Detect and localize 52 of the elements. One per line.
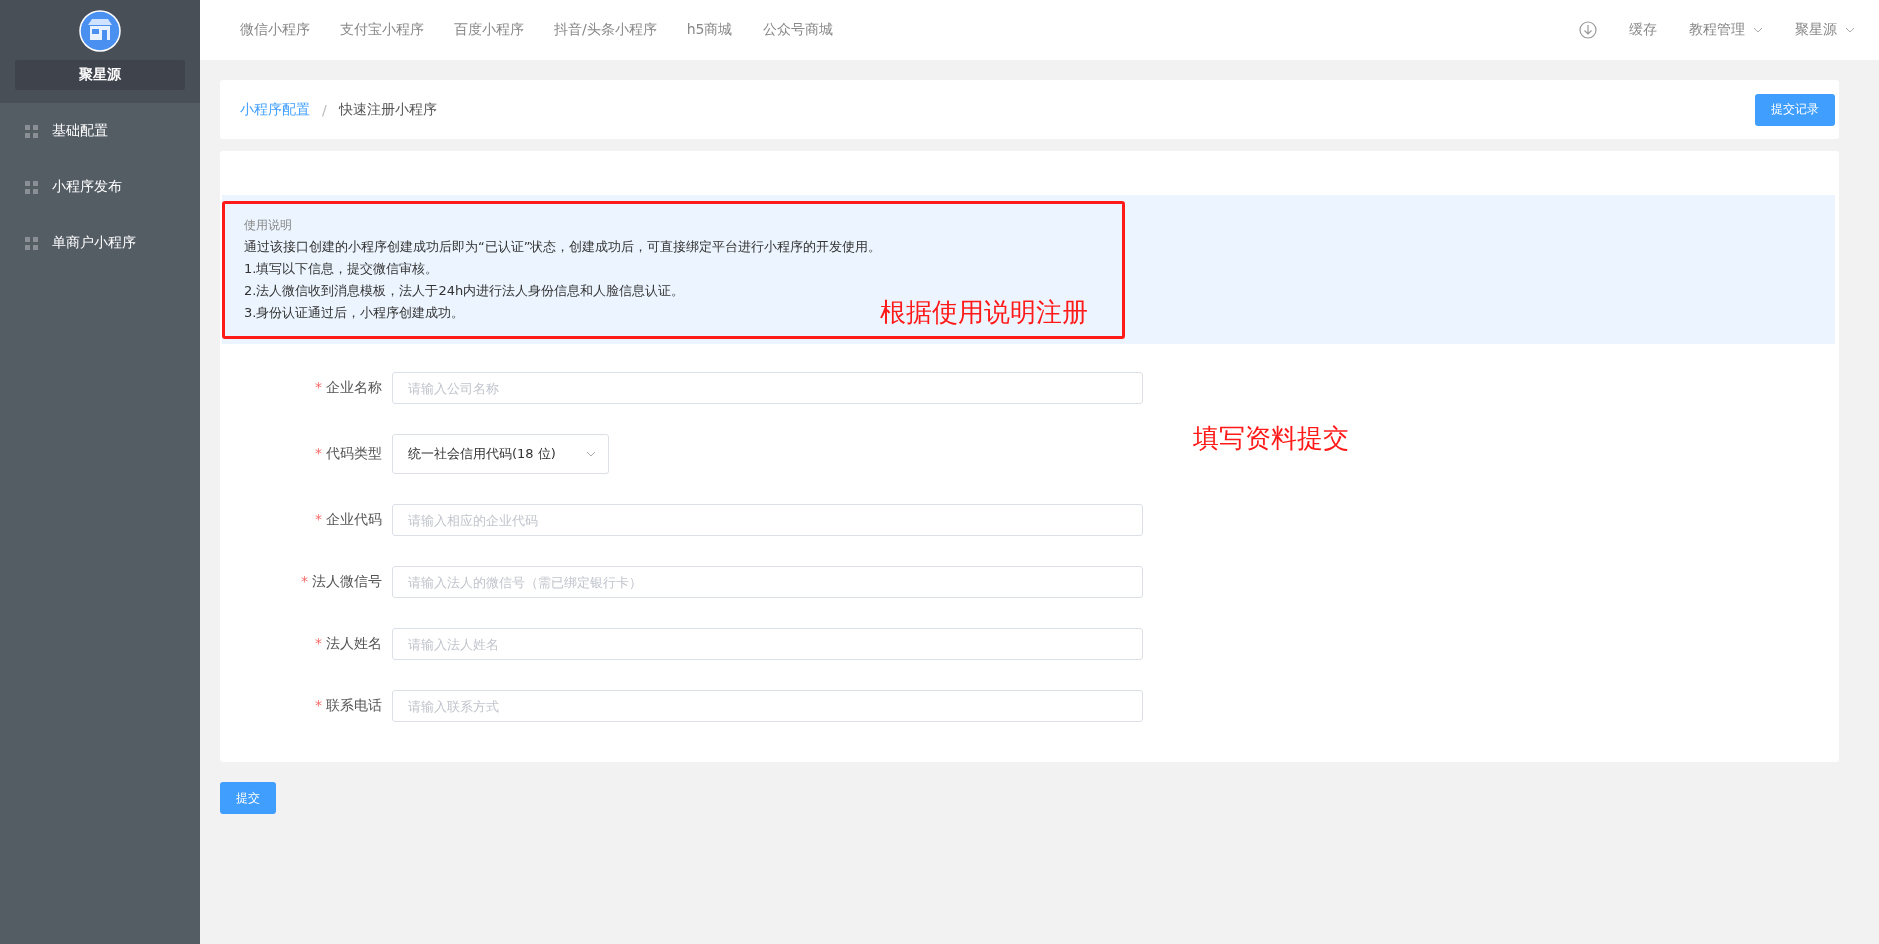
- breadcrumb-separator: /: [322, 101, 327, 118]
- field-label: 企业代码: [326, 511, 382, 527]
- notice-text: 2.法人微信收到消息模板，法人于24h内进行法人身份信息和人脸信息认证。: [244, 282, 685, 300]
- download-icon[interactable]: [1579, 21, 1597, 39]
- field-label: 企业名称: [326, 379, 382, 395]
- nav-link[interactable]: h5商城: [686, 21, 733, 39]
- notice-text: 1.填写以下信息，提交微信审核。: [244, 260, 439, 278]
- nav-link[interactable]: 公众号商城: [762, 21, 833, 39]
- breadcrumb-link[interactable]: 小程序配置: [240, 100, 310, 119]
- chevron-down-icon: [1753, 27, 1763, 33]
- cache-link[interactable]: 缓存: [1629, 21, 1657, 39]
- required-mark: *: [315, 511, 322, 527]
- breadcrumb-current: 快速注册小程序: [338, 100, 437, 119]
- brand-name: 聚星源: [15, 60, 185, 90]
- nav-link[interactable]: 百度小程序: [454, 21, 524, 39]
- annotation-text: 填写资料提交: [1193, 422, 1349, 455]
- sidebar-item[interactable]: 基础配置: [0, 103, 200, 159]
- sidebar-item-label: 基础配置: [52, 122, 108, 140]
- nav-link[interactable]: 抖音/头条小程序: [554, 21, 657, 39]
- grid-icon: [25, 124, 38, 138]
- sidebar-item-label: 小程序发布: [52, 178, 122, 196]
- store-logo-icon: [79, 10, 121, 52]
- required-mark: *: [315, 379, 322, 395]
- dropdown-menu[interactable]: 教程管理: [1689, 21, 1763, 39]
- dropdown-menu[interactable]: 聚星源: [1795, 21, 1855, 39]
- nav-link[interactable]: 微信小程序: [240, 21, 310, 39]
- submit-records-button[interactable]: 提交记录: [1755, 93, 1835, 126]
- submit-button[interactable]: 提交: [220, 782, 276, 814]
- input-field[interactable]: 请输入法人姓名: [392, 628, 1143, 660]
- grid-icon: [25, 180, 38, 194]
- code-type-select[interactable]: 统一社会信用代码(18 位): [392, 434, 609, 474]
- required-mark: *: [315, 697, 322, 713]
- field-label: 代码类型: [326, 445, 382, 461]
- notice-text: 通过该接口创建的小程序创建成功后即为“已认证”状态，创建成功后，可直接绑定平台进行小程序的开发使用。: [244, 238, 882, 256]
- chevron-down-icon: [586, 451, 596, 457]
- grid-icon: [25, 236, 38, 250]
- input-field[interactable]: 请输入联系方式: [392, 690, 1143, 722]
- notice-text: 3.身份认证通过后，小程序创建成功。: [244, 304, 465, 322]
- required-mark: *: [315, 445, 322, 461]
- sidebar-item-label: 单商户小程序: [52, 234, 136, 252]
- annotation-text: 根据使用说明注册: [880, 296, 1088, 329]
- sidebar-item[interactable]: 小程序发布: [0, 159, 200, 215]
- nav-link[interactable]: 支付宝小程序: [340, 21, 424, 39]
- field-label: 联系电话: [326, 697, 382, 713]
- notice-title: 使用说明: [244, 217, 292, 234]
- input-field[interactable]: 请输入相应的企业代码: [392, 504, 1143, 536]
- required-mark: *: [301, 573, 308, 589]
- sidebar-item[interactable]: 单商户小程序: [0, 215, 200, 271]
- required-mark: *: [315, 635, 322, 651]
- field-label: 法人微信号: [312, 573, 382, 589]
- field-label: 法人姓名: [326, 635, 382, 651]
- chevron-down-icon: [1845, 27, 1855, 33]
